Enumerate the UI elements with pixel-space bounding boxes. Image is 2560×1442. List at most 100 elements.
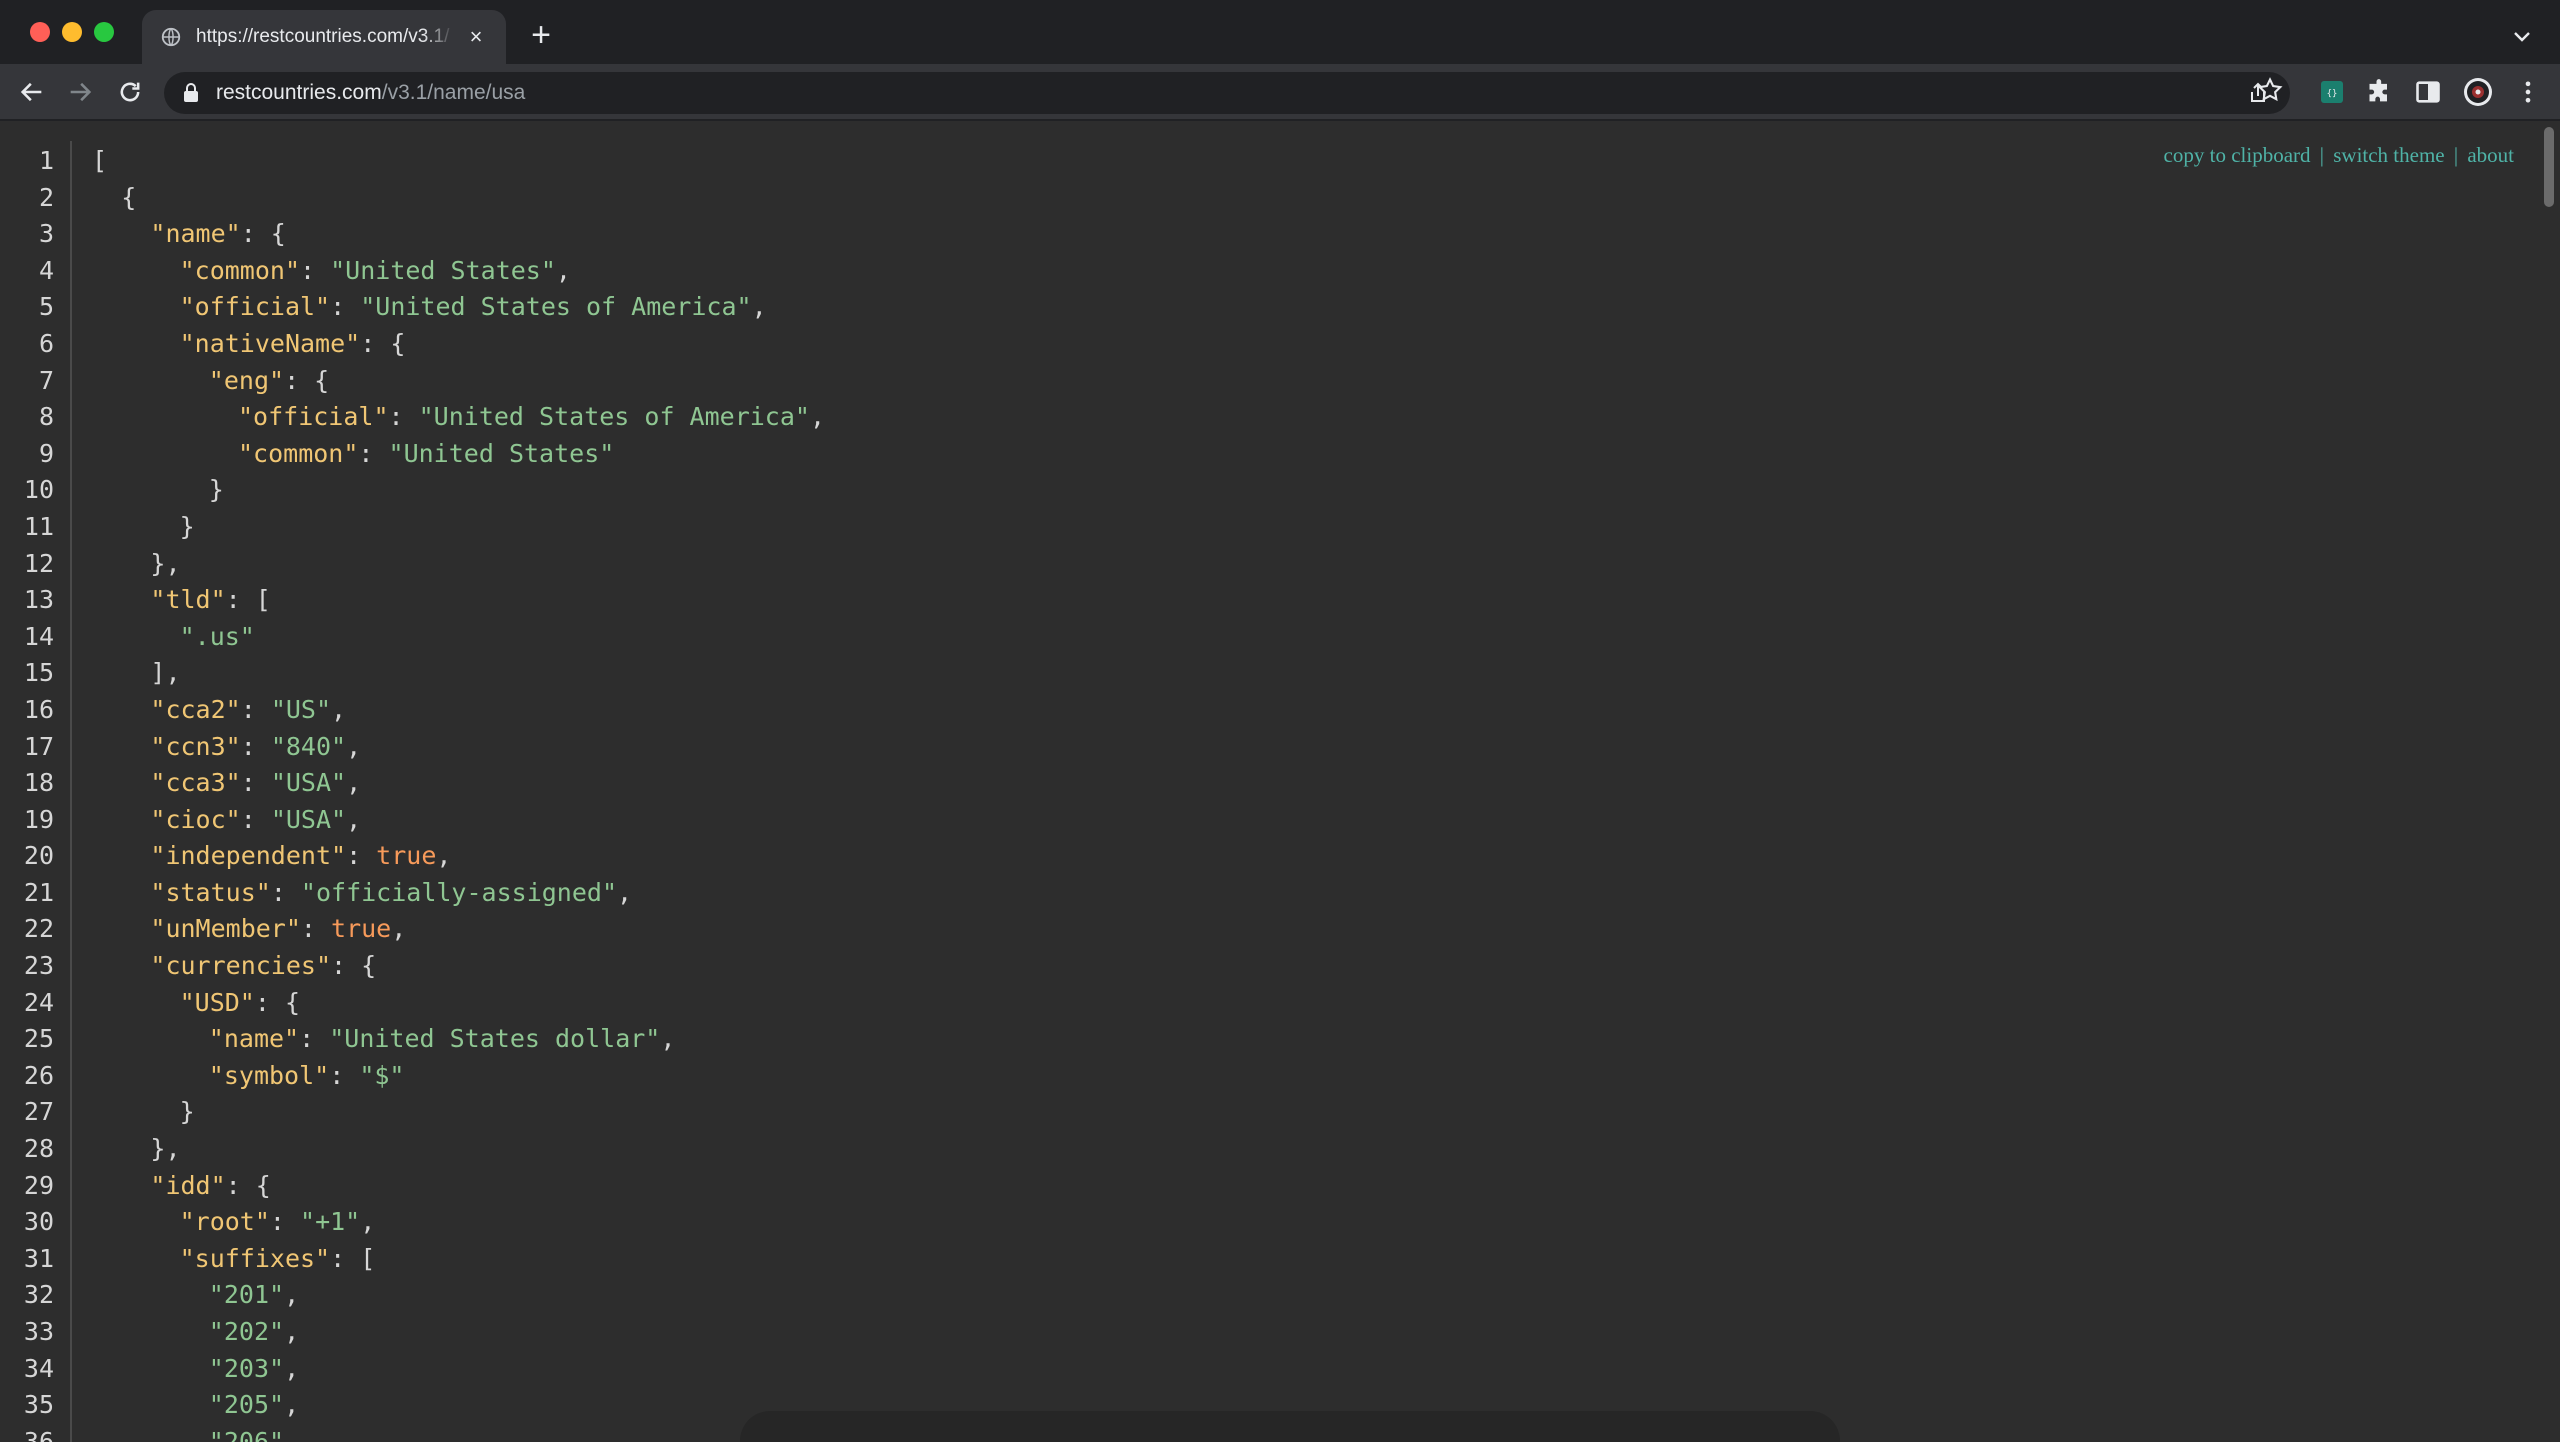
tab-strip: https://restcountries.com/v3.1/ × + [0,0,2560,64]
code-line: 32 "201", [0,1277,2530,1314]
line-content: "status": "officially-assigned", [92,875,632,912]
code-line: 6 "nativeName": { [0,326,2530,363]
json-string: "203" [208,1353,285,1383]
copy-to-clipboard-link[interactable]: copy to clipboard [2164,143,2311,167]
json-punctuation: : { [284,365,330,395]
browser-toolbar: restcountries.com/v3.1/name/usa {} [0,64,2560,120]
code-line: 2{ [0,180,2530,217]
line-content: "common": "United States", [92,253,571,290]
code-line: 10} [0,472,2530,509]
about-link[interactable]: about [2467,143,2514,167]
line-content: "name": { [92,216,286,253]
profile-avatar[interactable] [2462,76,2494,108]
forward-arrow-icon[interactable] [66,78,94,106]
back-arrow-icon[interactable] [18,78,46,106]
json-punctuation: [ [92,146,108,175]
line-content: "USD": { [92,985,300,1022]
extensions-puzzle-icon[interactable] [2366,78,2394,106]
line-number: 20 [23,841,54,871]
code-line: 20 "independent": true, [0,838,2530,875]
line-content: "independent": true, [92,838,451,875]
json-key: "currencies" [150,951,332,981]
lock-icon[interactable] [182,82,200,104]
line-content: "name": "United States dollar", [92,1021,676,1058]
line-content: "root": "+1", [92,1204,376,1241]
json-key: "ccn3" [150,731,241,761]
code-line: 14 ".us" [0,619,2530,656]
code-line: 33 "202", [0,1314,2530,1351]
json-string: "205" [208,1390,285,1420]
line-number: 33 [23,1317,54,1346]
globe-icon [161,27,181,47]
more-menu-icon[interactable] [2514,78,2542,106]
json-punctuation: : [240,804,271,834]
json-string: "840" [270,731,347,761]
line-number: 8 [38,402,54,432]
side-panel-icon[interactable] [2414,78,2442,106]
tab-close-icon[interactable]: × [464,25,488,49]
tab-title: https://restcountries.com/v3.1/ [196,26,450,47]
browser-tab[interactable]: https://restcountries.com/v3.1/ × [142,10,506,64]
json-punctuation: : [346,841,377,871]
new-tab-button[interactable]: + [526,18,556,52]
json-punctuation: : [ [330,1243,376,1273]
line-content: "common": "United States" [92,436,614,473]
code-line: 4 "common": "United States", [0,253,2530,290]
json-string: ".us" [179,621,255,651]
json-punctuation: { [121,182,137,212]
line-number: 9 [38,438,54,468]
code-line: 19 "cioc": "USA", [0,802,2530,839]
line-content: "cioc": "USA", [92,802,361,839]
switch-theme-link[interactable]: switch theme [2333,143,2444,167]
line-content: } [92,1094,195,1131]
code-line: 12}, [0,546,2530,583]
line-content: "currencies": { [92,948,376,985]
json-punctuation: , [346,804,362,834]
line-content: [ [92,143,107,180]
line-number: 28 [23,1134,54,1164]
code-line: 26 "symbol": "$" [0,1058,2530,1095]
json-punctuation: , [360,1207,376,1237]
json-string: "United States" [388,438,615,468]
code-line: 27} [0,1094,2530,1131]
json-punctuation: } [179,511,195,541]
line-number: 12 [23,548,54,578]
line-number: 36 [23,1426,54,1442]
json-punctuation: , [284,1426,300,1442]
line-content: "201", [92,1277,299,1314]
json-string: "+1" [300,1207,361,1237]
scrollbar-thumb[interactable] [2544,127,2554,207]
chevron-down-icon[interactable] [2510,24,2534,48]
minimize-window-button[interactable] [62,22,82,42]
bookmark-star-icon[interactable] [2256,76,2284,104]
code-line: 1[ [0,143,2530,180]
json-viewer-extension-icon[interactable]: {} [2318,78,2346,106]
json-punctuation: : { [240,219,286,249]
maximize-window-button[interactable] [94,22,114,42]
address-bar[interactable]: restcountries.com/v3.1/name/usa [164,72,2290,114]
json-punctuation: : [358,438,389,468]
json-punctuation: }, [150,1134,181,1164]
line-number: 2 [38,182,54,212]
close-window-button[interactable] [30,22,50,42]
json-key: "root" [179,1207,270,1237]
line-number: 5 [38,292,54,322]
code-line: 13 "tld": [ [0,582,2530,619]
reload-icon[interactable] [116,78,144,106]
json-punctuation: : { [331,951,377,981]
line-content: ".us" [92,619,255,656]
code-line: 24 "USD": { [0,985,2530,1022]
json-punctuation: : [270,877,301,907]
code-line: 30 "root": "+1", [0,1204,2530,1241]
vertical-scrollbar[interactable] [2540,121,2560,1442]
json-punctuation: }, [150,548,181,578]
line-content: "cca2": "US", [92,692,346,729]
line-number: 30 [23,1207,54,1237]
json-punctuation: , [617,877,633,907]
line-number: 32 [23,1280,54,1310]
code-line: 7 "eng": { [0,363,2530,400]
line-number: 15 [23,658,54,688]
line-number: 6 [38,328,54,358]
url-host: restcountries.com [216,81,382,104]
json-punctuation: : [300,255,331,285]
